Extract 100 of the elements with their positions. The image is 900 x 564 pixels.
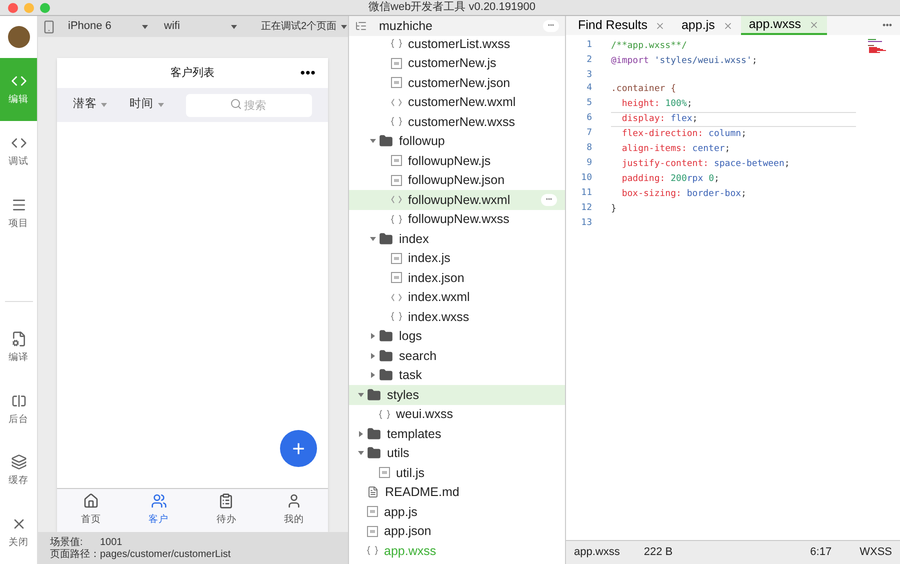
add-button[interactable]: + bbox=[280, 430, 317, 467]
file-row[interactable]: customerNew.json bbox=[349, 73, 565, 92]
angle-brackets-icon bbox=[391, 98, 402, 107]
file-row[interactable]: followupNew.js bbox=[349, 151, 565, 170]
folder-row[interactable]: followup bbox=[349, 132, 565, 151]
caret-down-icon bbox=[231, 24, 237, 28]
close-icon[interactable] bbox=[808, 20, 819, 30]
line-number: 9 bbox=[586, 157, 592, 170]
braces-icon bbox=[391, 312, 402, 322]
path-label: 页面路径： bbox=[50, 550, 100, 560]
file-icon bbox=[391, 77, 402, 88]
line-number: 8 bbox=[586, 142, 592, 155]
file-name: customerNew.wxml bbox=[408, 96, 516, 108]
caret-right-icon[interactable] bbox=[358, 430, 364, 437]
braces-icon bbox=[367, 546, 378, 556]
file-row[interactable]: followupNew.wxss bbox=[349, 210, 565, 229]
file-row[interactable]: app.json bbox=[349, 522, 565, 541]
file-name: index.js bbox=[408, 252, 450, 264]
tab-bar-item[interactable]: 客户 bbox=[124, 489, 192, 532]
debug-pages-dropdown[interactable]: 正在调试2个页面 bbox=[261, 19, 347, 34]
close-window-button[interactable] bbox=[8, 2, 18, 12]
file-icon bbox=[367, 526, 378, 537]
caret-down-icon bbox=[158, 103, 164, 107]
file-row[interactable]: index.wxss bbox=[349, 307, 565, 326]
editor-tab[interactable]: app.wxss bbox=[740, 16, 827, 35]
more-button[interactable]: ••• bbox=[300, 63, 316, 83]
sidebar-item[interactable]: 缓存 bbox=[0, 440, 37, 502]
code-line: @import 'styles/weui.wxss'; bbox=[611, 55, 758, 68]
folder-icon bbox=[379, 134, 393, 148]
search-field[interactable]: 搜索 bbox=[186, 94, 312, 118]
file-icon bbox=[391, 58, 402, 69]
file-row[interactable]: index.wxml bbox=[349, 288, 565, 307]
sidebar-item[interactable]: 编译 bbox=[0, 318, 37, 380]
folder-name: index bbox=[399, 232, 429, 245]
file-row[interactable]: app.js bbox=[349, 502, 565, 522]
file-row[interactable]: weui.wxss bbox=[349, 404, 565, 424]
file-row[interactable]: customerNew.wxss bbox=[349, 112, 565, 132]
file-row[interactable]: README.md bbox=[349, 482, 565, 502]
file-name: app.wxss bbox=[384, 544, 436, 557]
file-icon bbox=[367, 506, 378, 518]
folder-row[interactable]: templates bbox=[349, 424, 565, 444]
line-number: 3 bbox=[586, 69, 592, 82]
file-row[interactable]: index.json bbox=[349, 268, 565, 288]
more-button[interactable]: ••• bbox=[882, 18, 900, 32]
phone-icon[interactable] bbox=[42, 20, 56, 34]
file-row[interactable]: followupNew.json bbox=[349, 170, 565, 190]
folder-name: utils bbox=[387, 447, 410, 460]
line-number: 13 bbox=[580, 217, 592, 230]
editor-tab[interactable]: app.js bbox=[673, 16, 741, 35]
sidebar-item[interactable]: 项目 bbox=[0, 183, 37, 245]
caret-down-icon[interactable] bbox=[358, 392, 364, 398]
caret-right-icon[interactable] bbox=[370, 352, 376, 359]
sidebar-item[interactable]: 关闭 bbox=[0, 502, 37, 564]
file-icon bbox=[391, 174, 402, 186]
filter-dropdown[interactable]: 时间 bbox=[130, 96, 186, 114]
tab-bar-item[interactable]: 我的 bbox=[260, 489, 328, 532]
file-icon bbox=[379, 467, 390, 478]
folder-row[interactable]: logs bbox=[349, 326, 565, 346]
compile-icon bbox=[10, 331, 26, 348]
device-dropdown[interactable]: iPhone 6 bbox=[68, 18, 148, 35]
folder-row[interactable]: styles bbox=[349, 385, 565, 404]
folder-icon bbox=[379, 368, 393, 382]
file-name: followupNew.js bbox=[408, 154, 491, 167]
file-row[interactable]: customerNew.js bbox=[349, 54, 565, 73]
caret-down-icon[interactable] bbox=[370, 138, 376, 144]
folder-row[interactable]: search bbox=[349, 346, 565, 366]
caret-down-icon[interactable] bbox=[370, 236, 376, 242]
menu-icon bbox=[10, 196, 26, 213]
folder-name: logs bbox=[399, 330, 422, 342]
clipboard-icon bbox=[218, 493, 234, 510]
caret-down-icon[interactable] bbox=[358, 450, 364, 456]
caret-right-icon[interactable] bbox=[370, 372, 376, 378]
close-icon[interactable] bbox=[655, 20, 666, 30]
status-size: 222 B bbox=[644, 545, 673, 560]
close-icon[interactable] bbox=[722, 20, 733, 30]
sidebar-item[interactable]: 调试 bbox=[0, 121, 37, 184]
code-line: box-sizing: border-box; bbox=[620, 188, 748, 201]
file-row[interactable]: index.js bbox=[349, 248, 565, 268]
sidebar-item[interactable]: 后台 bbox=[0, 379, 37, 441]
tab-bar-item[interactable]: 待办 bbox=[192, 489, 260, 532]
network-dropdown[interactable]: wifi bbox=[164, 18, 237, 35]
file-row[interactable]: customerNew.wxml bbox=[349, 92, 565, 112]
folder-row[interactable]: task bbox=[349, 366, 565, 385]
editor-tab[interactable]: Find Results bbox=[570, 16, 674, 35]
folder-row[interactable]: index bbox=[349, 229, 565, 248]
file-row[interactable]: util.js bbox=[349, 463, 565, 482]
file-name: index.json bbox=[408, 272, 464, 284]
tree-icon[interactable] bbox=[355, 20, 367, 32]
folder-row[interactable]: utils bbox=[349, 444, 565, 463]
backend-icon bbox=[10, 392, 26, 409]
code-line: justify-content: space-between; bbox=[620, 158, 791, 171]
document-icon bbox=[367, 486, 379, 498]
avatar[interactable] bbox=[8, 26, 30, 48]
file-name: followupNew.wxss bbox=[408, 213, 510, 226]
caret-right-icon[interactable] bbox=[370, 333, 376, 340]
filter-dropdown[interactable]: 潜客 bbox=[73, 96, 130, 114]
file-row[interactable]: customerList.wxss bbox=[349, 34, 565, 54]
person-icon bbox=[286, 493, 302, 510]
tab-bar-item[interactable]: 首页 bbox=[57, 489, 125, 532]
file-name: customerList.wxss bbox=[408, 38, 510, 50]
